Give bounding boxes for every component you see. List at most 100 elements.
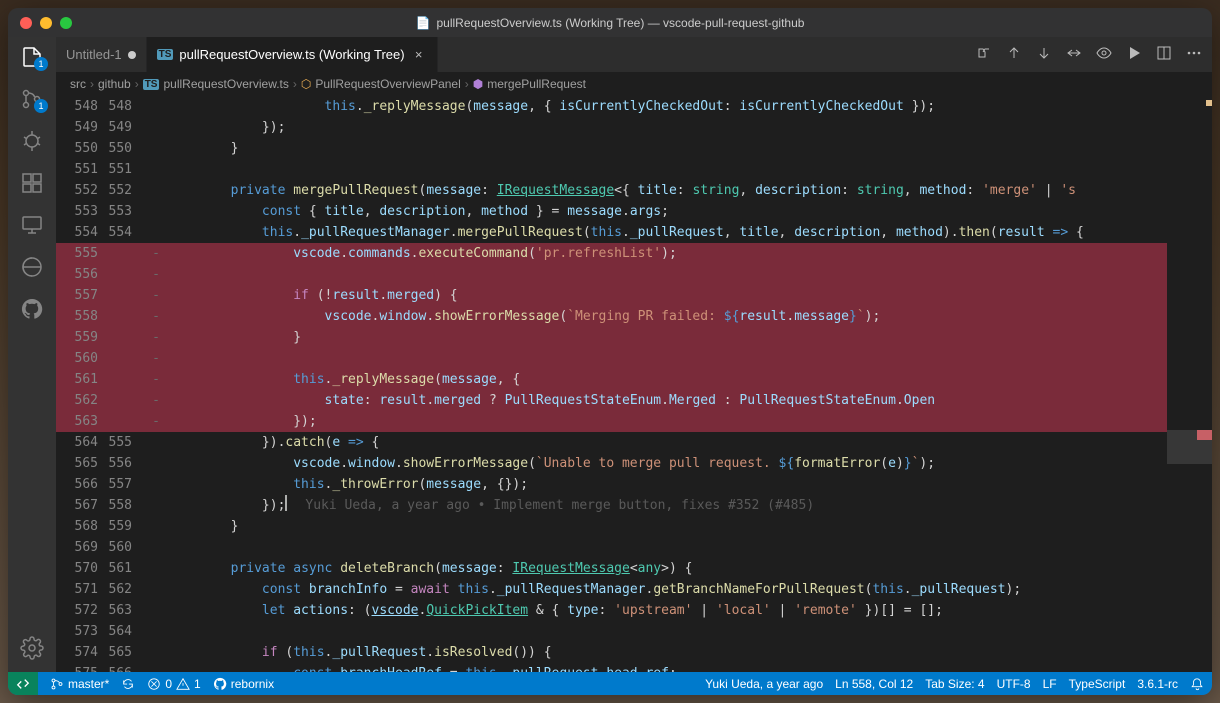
maximize-window[interactable]	[60, 17, 72, 29]
debug-icon[interactable]	[20, 129, 44, 153]
code-line[interactable]: 574565 if (this._pullRequest.isResolved(…	[56, 642, 1212, 663]
breadcrumbs[interactable]: src› github› TS pullRequestOverview.ts› …	[56, 72, 1212, 96]
encoding-status[interactable]: UTF-8	[997, 677, 1031, 691]
code-line[interactable]: 572563 let actions: (vscode.QuickPickIte…	[56, 600, 1212, 621]
code-line[interactable]: 569560	[56, 537, 1212, 558]
line-number-old: 550	[56, 138, 104, 159]
close-window[interactable]	[20, 17, 32, 29]
whitespace-icon[interactable]	[1066, 45, 1082, 64]
scm-icon[interactable]: 1	[20, 87, 44, 111]
code-line[interactable]: 568559 }	[56, 516, 1212, 537]
scm-badge: 1	[34, 99, 48, 113]
split-icon[interactable]	[1156, 45, 1172, 64]
code-line[interactable]: 550550 }	[56, 138, 1212, 159]
line-number-old: 574	[56, 642, 104, 663]
line-number-new: 566	[104, 663, 144, 672]
code-line[interactable]: 567558 });Yuki Ueda, a year ago • Implem…	[56, 495, 1212, 516]
editor-toolbar	[966, 37, 1212, 72]
code-line[interactable]: 566557 this._throwError(message, {});	[56, 474, 1212, 495]
editor[interactable]: 548548 this._replyMessage(message, { isC…	[56, 96, 1212, 672]
line-number-old: 551	[56, 159, 104, 180]
docker-icon[interactable]	[20, 255, 44, 279]
minimap[interactable]	[1167, 96, 1212, 672]
code-line[interactable]: 575566 const branchHeadRef = this. pullR…	[56, 663, 1212, 672]
line-number-old: 559	[56, 327, 104, 348]
tab-pullrequestoverview[interactable]: TS pullRequestOverview.ts (Working Tree)…	[147, 37, 438, 72]
branch-status[interactable]: master*	[50, 677, 109, 691]
line-number-old: 565	[56, 453, 104, 474]
code-line[interactable]: 548548 this._replyMessage(message, { isC…	[56, 96, 1212, 117]
bell-icon[interactable]	[1190, 677, 1204, 691]
compare-icon[interactable]	[976, 45, 992, 64]
close-tab-icon[interactable]: ×	[411, 47, 427, 63]
extensions-icon[interactable]	[20, 171, 44, 195]
code-line[interactable]: 552552 private mergePullRequest(message:…	[56, 180, 1212, 201]
settings-gear-icon[interactable]	[20, 636, 44, 660]
line-number-old: 560	[56, 348, 104, 369]
arrow-up-icon[interactable]	[1006, 45, 1022, 64]
code-line[interactable]: 573564	[56, 621, 1212, 642]
cursor-position[interactable]: Ln 558, Col 12	[835, 677, 913, 691]
code-line[interactable]: 549549 });	[56, 117, 1212, 138]
breadcrumb-item[interactable]: ⬡ PullRequestOverviewPanel	[301, 77, 461, 91]
line-number-new: 562	[104, 579, 144, 600]
code-line[interactable]: 565556 vscode.window.showErrorMessage(`U…	[56, 453, 1212, 474]
line-number-new: 557	[104, 474, 144, 495]
line-number-new: 552	[104, 180, 144, 201]
status-bar: master* 0 1 rebornix Yuki Ueda, a year a…	[8, 672, 1212, 695]
code-line[interactable]: 558- vscode.window.showErrorMessage(`Mer…	[56, 306, 1212, 327]
run-icon[interactable]	[1126, 45, 1142, 64]
diff-marker: -	[144, 264, 168, 285]
line-number-old: 572	[56, 600, 104, 621]
code-line[interactable]: 560 -	[56, 348, 1212, 369]
code-line[interactable]: 555- vscode.commands.executeCommand('pr.…	[56, 243, 1212, 264]
diff-marker: -	[144, 348, 168, 369]
breadcrumb-item[interactable]: src	[70, 77, 86, 91]
more-icon[interactable]	[1186, 45, 1202, 64]
diff-marker: -	[144, 411, 168, 432]
window-title: pullRequestOverview.ts (Working Tree) — …	[437, 16, 805, 30]
line-number-old: 568	[56, 516, 104, 537]
tab-untitled[interactable]: Untitled-1	[56, 37, 147, 72]
eol-status[interactable]: LF	[1043, 677, 1057, 691]
code-line[interactable]: 551551	[56, 159, 1212, 180]
line-number-new: 565	[104, 642, 144, 663]
code-line[interactable]: 562- state: result.merged ? PullRequestS…	[56, 390, 1212, 411]
code-line[interactable]: 570561 private async deleteBranch(messag…	[56, 558, 1212, 579]
code-line[interactable]: 554554 this._pullRequestManager.mergePul…	[56, 222, 1212, 243]
diff-marker: -	[144, 243, 168, 264]
github-icon[interactable]	[20, 297, 44, 321]
sync-status[interactable]	[121, 677, 135, 691]
ts-version-status[interactable]: 3.6.1-rc	[1137, 677, 1178, 691]
code-line[interactable]: 564555 }).catch(e => {	[56, 432, 1212, 453]
code-line[interactable]: 563- });	[56, 411, 1212, 432]
code-line[interactable]: 561- this._replyMessage(message, {	[56, 369, 1212, 390]
breadcrumb-item[interactable]: TS pullRequestOverview.ts	[143, 77, 289, 91]
typescript-icon: TS	[157, 49, 174, 60]
arrow-down-icon[interactable]	[1036, 45, 1052, 64]
line-number-old: 556	[56, 264, 104, 285]
code-line[interactable]: 553553 const { title, description, metho…	[56, 201, 1212, 222]
code-line[interactable]: 557- if (!result.merged) {	[56, 285, 1212, 306]
line-number-old: 562	[56, 390, 104, 411]
preview-icon[interactable]	[1096, 45, 1112, 64]
breadcrumb-item[interactable]: github	[98, 77, 131, 91]
language-status[interactable]: TypeScript	[1069, 677, 1126, 691]
line-number-old: 554	[56, 222, 104, 243]
github-status[interactable]: rebornix	[213, 677, 274, 691]
remote-icon[interactable]	[20, 213, 44, 237]
code-line[interactable]: 556 -	[56, 264, 1212, 285]
tab-label: Untitled-1	[66, 47, 122, 62]
diff-marker: -	[144, 306, 168, 327]
breadcrumb-item[interactable]: ⬢ mergePullRequest	[473, 77, 586, 91]
line-number-old: 570	[56, 558, 104, 579]
problems-status[interactable]: 0 1	[147, 677, 200, 691]
line-number-new: 558	[104, 495, 144, 516]
minimize-window[interactable]	[40, 17, 52, 29]
remote-indicator[interactable]	[8, 672, 38, 695]
code-line[interactable]: 571562 const branchInfo = await this._pu…	[56, 579, 1212, 600]
git-blame-status[interactable]: Yuki Ueda, a year ago	[705, 677, 823, 691]
explorer-icon[interactable]: 1	[20, 45, 44, 69]
indent-status[interactable]: Tab Size: 4	[925, 677, 984, 691]
code-line[interactable]: 559- }	[56, 327, 1212, 348]
